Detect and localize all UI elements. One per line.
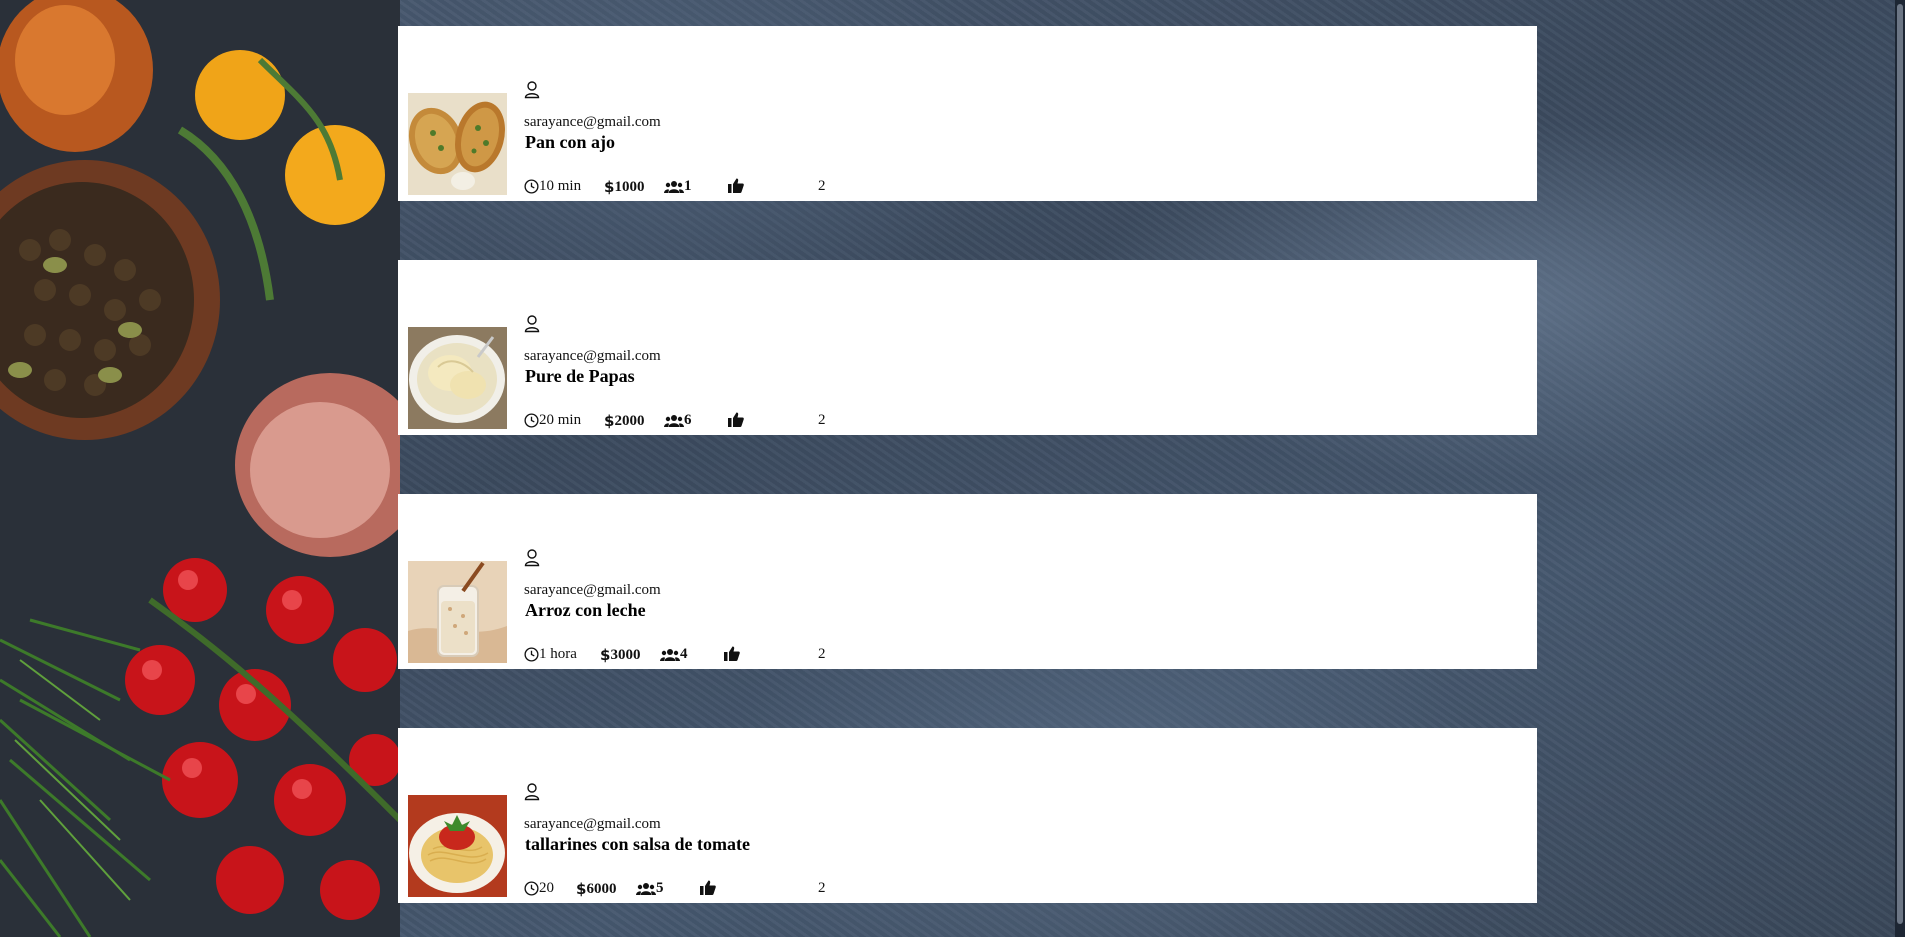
prep-time-value: 20 min (539, 412, 582, 428)
like-button[interactable] (728, 178, 744, 193)
recipe-card[interactable]: sarayance@gmail.com Pan con ajo 10 min $… (398, 26, 1537, 201)
page-scrollbar[interactable] (1895, 0, 1905, 937)
prep-time-value: 10 min (539, 178, 582, 194)
recipe-meta: 10 min $ 1000 1 2 (524, 178, 884, 198)
dollar-icon: $ (576, 880, 587, 898)
recipe-meta: 1 hora $ 3000 4 2 (524, 646, 884, 666)
servings: 6 (664, 412, 692, 429)
clock-icon (524, 413, 539, 428)
users-icon (660, 648, 680, 661)
price-value: 2000 (614, 412, 645, 429)
servings-value: 6 (684, 412, 692, 428)
like-button[interactable] (700, 880, 716, 895)
dollar-icon: $ (600, 646, 611, 664)
thumbs-up-icon[interactable] (728, 412, 744, 427)
prep-time: 10 min (524, 178, 581, 195)
prep-time-value: 1 hora (539, 646, 577, 662)
background-vegetables-image (0, 0, 400, 937)
recipe-title[interactable]: Pure de Papas (525, 366, 635, 387)
user-icon (524, 783, 540, 801)
clock-icon (524, 647, 539, 662)
servings: 1 (664, 178, 692, 195)
recipe-title[interactable]: tallarines con salsa de tomate (525, 834, 750, 855)
price-value: 3000 (610, 646, 641, 663)
recipe-card[interactable]: sarayance@gmail.com Arroz con leche 1 ho… (398, 494, 1537, 669)
recipe-card[interactable]: sarayance@gmail.com tallarines con salsa… (398, 728, 1537, 903)
user-icon (524, 315, 540, 333)
servings: 4 (660, 646, 688, 663)
clock-icon (524, 881, 539, 896)
servings-value: 1 (684, 178, 692, 194)
recipe-image[interactable] (408, 561, 507, 663)
prep-time: 20 min (524, 412, 581, 429)
price-value: 1000 (614, 178, 645, 195)
recipe-image[interactable] (408, 327, 507, 429)
price: $ 1000 (604, 178, 644, 196)
servings-value: 5 (656, 880, 664, 896)
thumbs-up-icon[interactable] (724, 646, 740, 661)
price: $ 6000 (576, 880, 616, 898)
scrollbar-thumb[interactable] (1897, 4, 1903, 924)
author-email: sarayance@gmail.com (524, 348, 661, 364)
users-icon (664, 414, 684, 427)
prep-time: 20 (524, 880, 554, 897)
recipe-title[interactable]: Pan con ajo (525, 132, 615, 153)
author-email: sarayance@gmail.com (524, 582, 661, 598)
author-email: sarayance@gmail.com (524, 816, 661, 832)
thumbs-up-icon[interactable] (728, 178, 744, 193)
thumbs-up-icon[interactable] (700, 880, 716, 895)
price-value: 6000 (586, 880, 617, 897)
recipe-image[interactable] (408, 93, 507, 195)
servings: 5 (636, 880, 664, 897)
price: $ 2000 (604, 412, 644, 430)
servings-value: 4 (680, 646, 688, 662)
prep-time-value: 20 (539, 880, 554, 896)
like-count: 2 (818, 178, 826, 194)
like-count: 2 (818, 646, 826, 662)
prep-time: 1 hora (524, 646, 577, 663)
user-icon (524, 81, 540, 99)
page-background: sarayance@gmail.com Pan con ajo 10 min $… (0, 0, 1905, 937)
like-button[interactable] (724, 646, 740, 661)
recipe-title[interactable]: Arroz con leche (525, 600, 646, 621)
recipe-card[interactable]: sarayance@gmail.com Pure de Papas 20 min… (398, 260, 1537, 435)
user-icon (524, 549, 540, 567)
users-icon (636, 882, 656, 895)
recipe-image[interactable] (408, 795, 507, 897)
price: $ 3000 (600, 646, 640, 664)
like-count: 2 (818, 412, 826, 428)
dollar-icon: $ (604, 412, 615, 430)
recipe-meta: 20 $ 6000 5 2 (524, 880, 884, 900)
dollar-icon: $ (604, 178, 615, 196)
like-button[interactable] (728, 412, 744, 427)
users-icon (664, 180, 684, 193)
recipe-meta: 20 min $ 2000 6 2 (524, 412, 884, 432)
like-count: 2 (818, 880, 826, 896)
clock-icon (524, 179, 539, 194)
author-email: sarayance@gmail.com (524, 114, 661, 130)
